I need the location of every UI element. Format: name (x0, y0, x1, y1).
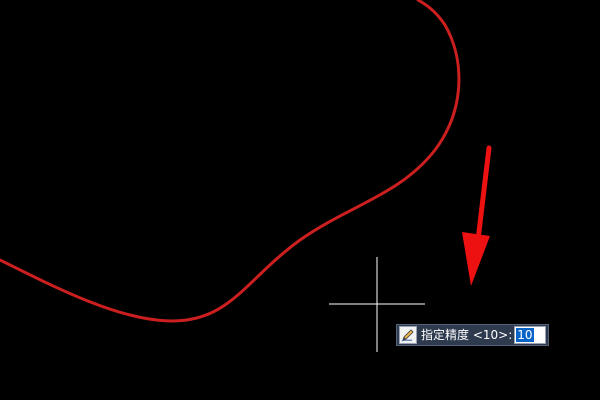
precision-input-field[interactable]: 10 (514, 326, 547, 344)
spline-curve[interactable] (0, 0, 461, 323)
precision-prompt-label: 指定精度 <10>: (421, 328, 513, 342)
pencil-icon (399, 326, 417, 344)
dynamic-input-tooltip: 指定精度 <10>: 10 (396, 324, 550, 346)
annotation-arrow (462, 145, 492, 286)
precision-input-value[interactable]: 10 (516, 328, 534, 342)
